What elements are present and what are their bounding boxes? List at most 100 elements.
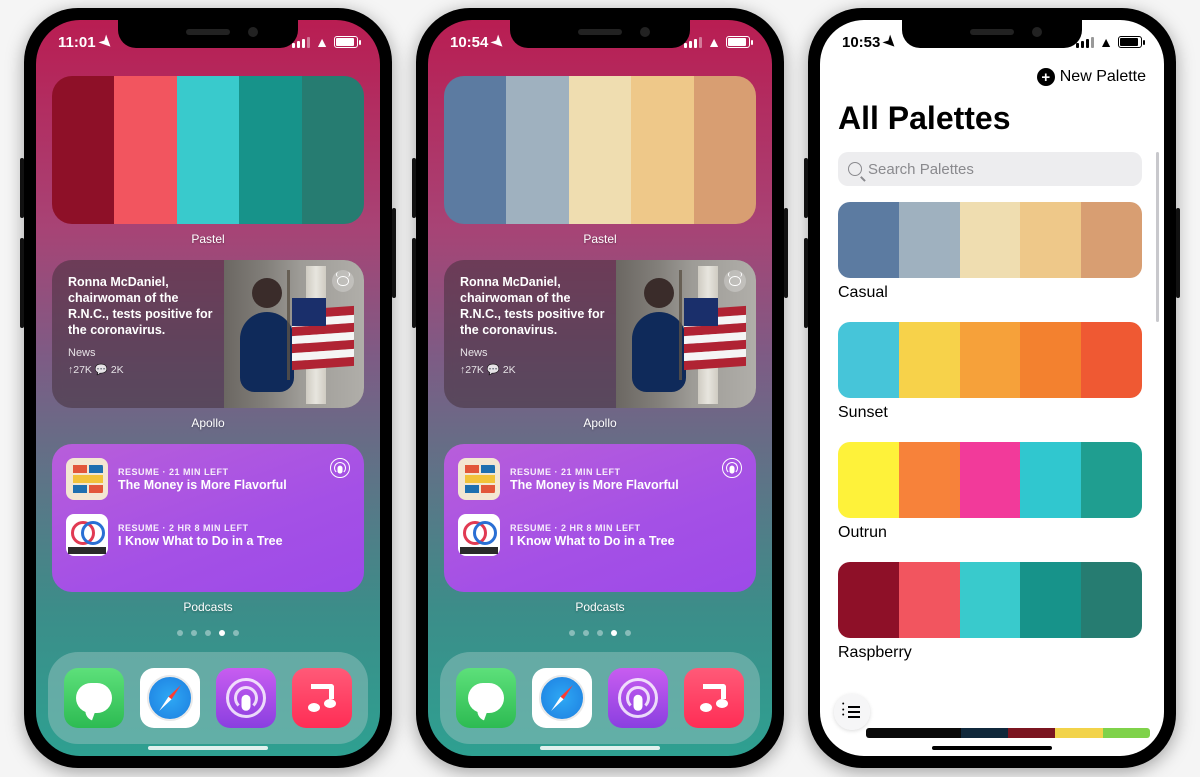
phone-2: 10:54➤ ▲ Pastel Ronna McDaniel, chairwom…	[416, 8, 784, 768]
phone-1: 11:01➤ ▲ Pastel Ronna McDaniel, chairwom…	[24, 8, 392, 768]
messages-app-icon[interactable]	[64, 668, 124, 728]
apollo-source: News	[68, 346, 214, 360]
podcasts-widget[interactable]: RESUME · 21 MIN LEFT The Money is More F…	[444, 444, 756, 592]
page-indicator[interactable]	[36, 630, 380, 636]
podcasts-widget[interactable]: RESUME · 21 MIN LEFT The Money is More F…	[52, 444, 364, 592]
apollo-meta: ↑27K 💬 2K	[68, 364, 214, 377]
new-palette-label: New Palette	[1060, 68, 1146, 86]
palette-swatches	[838, 322, 1142, 398]
battery-icon	[1118, 36, 1142, 48]
pastel-widget[interactable]	[52, 76, 364, 224]
podcast-title: The Money is More Flavorful	[510, 478, 679, 492]
messages-app-icon[interactable]	[456, 668, 516, 728]
music-app-icon[interactable]	[292, 668, 352, 728]
music-app-icon[interactable]	[684, 668, 744, 728]
home-indicator[interactable]	[932, 746, 1052, 750]
scroll-indicator[interactable]	[1156, 152, 1159, 322]
widget-label-podcasts: Podcasts	[444, 600, 756, 614]
palette-swatches	[838, 202, 1142, 278]
home-indicator[interactable]	[148, 746, 268, 750]
plus-icon: +	[1037, 68, 1055, 86]
dock	[48, 652, 368, 744]
apollo-image	[224, 260, 364, 408]
home-indicator[interactable]	[540, 746, 660, 750]
podcast-item[interactable]: RESUME · 21 MIN LEFT The Money is More F…	[458, 458, 742, 500]
podcast-artwork	[458, 514, 500, 556]
widget-label-pastel: Pastel	[52, 232, 364, 246]
widget-label-apollo: Apollo	[444, 416, 756, 430]
podcast-meta: RESUME · 2 HR 8 MIN LEFT	[510, 523, 675, 533]
podcasts-icon	[722, 458, 742, 478]
podcast-artwork	[66, 514, 108, 556]
notch	[902, 20, 1082, 48]
status-time: 10:54	[450, 34, 488, 51]
palette-swatches	[444, 76, 756, 224]
location-icon: ➤	[880, 31, 902, 53]
podcast-item[interactable]: RESUME · 2 HR 8 MIN LEFT I Know What to …	[66, 514, 350, 556]
palette-item[interactable]: Raspberry	[838, 562, 1142, 662]
home-screen-1[interactable]: 11:01➤ ▲ Pastel Ronna McDaniel, chairwom…	[36, 20, 380, 756]
page-indicator[interactable]	[428, 630, 772, 636]
podcast-title: I Know What to Do in a Tree	[510, 534, 675, 548]
podcasts-icon	[330, 458, 350, 478]
location-icon: ➤	[95, 31, 117, 53]
podcast-artwork	[66, 458, 108, 500]
palette-name: Casual	[838, 284, 1142, 302]
search-input[interactable]: Search Palettes	[838, 152, 1142, 186]
widget-label-pastel: Pastel	[444, 232, 756, 246]
wifi-icon: ▲	[1099, 34, 1113, 50]
bottom-palette-strip[interactable]	[866, 728, 1150, 738]
new-palette-button[interactable]: + New Palette	[1037, 68, 1146, 86]
apollo-widget[interactable]: Ronna McDaniel, chairwoman of the R.N.C.…	[52, 260, 364, 408]
palette-item[interactable]: Sunset	[838, 322, 1142, 422]
wifi-icon: ▲	[707, 34, 721, 50]
podcasts-app-icon[interactable]	[608, 668, 668, 728]
three-phone-layout: 11:01➤ ▲ Pastel Ronna McDaniel, chairwom…	[0, 0, 1200, 776]
page-title: All Palettes	[838, 100, 1011, 137]
apollo-headline: Ronna McDaniel, chairwoman of the R.N.C.…	[68, 274, 214, 338]
podcasts-app-icon[interactable]	[216, 668, 276, 728]
home-screen-2[interactable]: 10:54➤ ▲ Pastel Ronna McDaniel, chairwom…	[428, 20, 772, 756]
apollo-headline: Ronna McDaniel, chairwoman of the R.N.C.…	[460, 274, 606, 338]
palette-swatches	[838, 442, 1142, 518]
safari-app-icon[interactable]	[140, 668, 200, 728]
battery-icon	[334, 36, 358, 48]
location-icon: ➤	[488, 31, 510, 53]
palette-item[interactable]: Outrun	[838, 442, 1142, 542]
search-icon	[848, 162, 862, 176]
safari-app-icon[interactable]	[532, 668, 592, 728]
podcast-meta: RESUME · 2 HR 8 MIN LEFT	[118, 523, 283, 533]
wifi-icon: ▲	[315, 34, 329, 50]
palette-name: Sunset	[838, 404, 1142, 422]
podcast-item[interactable]: RESUME · 21 MIN LEFT The Money is More F…	[66, 458, 350, 500]
widget-label-apollo: Apollo	[52, 416, 364, 430]
palette-name: Outrun	[838, 524, 1142, 542]
list-view-button[interactable]	[834, 694, 870, 730]
podcast-item[interactable]: RESUME · 2 HR 8 MIN LEFT I Know What to …	[458, 514, 742, 556]
status-time: 10:53	[842, 34, 880, 51]
apollo-meta: ↑27K 💬 2K	[460, 364, 606, 377]
podcast-meta: RESUME · 21 MIN LEFT	[510, 467, 679, 477]
podcast-title: I Know What to Do in a Tree	[118, 534, 283, 548]
podcast-meta: RESUME · 21 MIN LEFT	[118, 467, 287, 477]
reddit-icon	[332, 270, 354, 292]
search-placeholder: Search Palettes	[868, 161, 974, 178]
reddit-icon	[724, 270, 746, 292]
podcast-artwork	[458, 458, 500, 500]
status-time: 11:01	[58, 34, 96, 51]
notch	[118, 20, 298, 48]
apollo-image	[616, 260, 756, 408]
phone-3: 10:53➤ ▲ + New Palette All Palettes Sear…	[808, 8, 1176, 768]
dock	[440, 652, 760, 744]
pastel-app-screen[interactable]: 10:53➤ ▲ + New Palette All Palettes Sear…	[820, 20, 1164, 756]
notch	[510, 20, 690, 48]
palette-name: Raspberry	[838, 644, 1142, 662]
palette-list[interactable]: Casual Sunset Outrun Raspberry	[838, 202, 1142, 726]
battery-icon	[726, 36, 750, 48]
palette-item[interactable]: Casual	[838, 202, 1142, 302]
apollo-widget[interactable]: Ronna McDaniel, chairwoman of the R.N.C.…	[444, 260, 756, 408]
pastel-widget[interactable]	[444, 76, 756, 224]
podcast-title: The Money is More Flavorful	[118, 478, 287, 492]
apollo-source: News	[460, 346, 606, 360]
palette-swatches	[52, 76, 364, 224]
